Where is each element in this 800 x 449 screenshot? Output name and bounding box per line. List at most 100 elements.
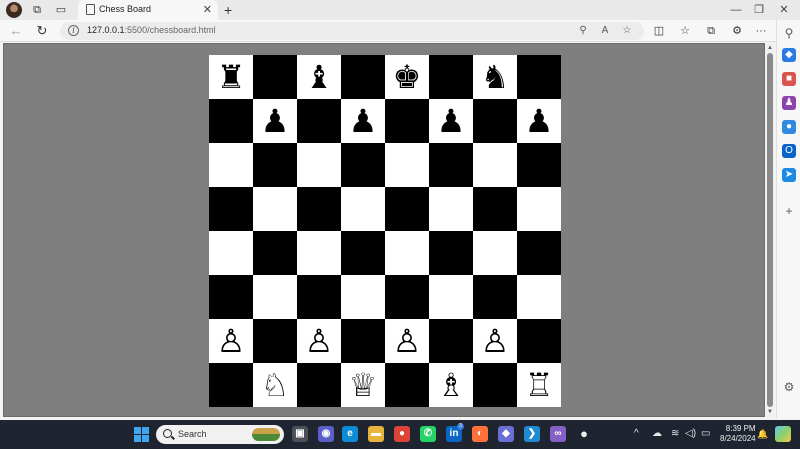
tab-actions-icon[interactable]: ▭	[54, 3, 68, 17]
page-scrollbar[interactable]: ▲ ▼	[766, 43, 774, 417]
vscode-taskbar-icon[interactable]: ❯	[524, 426, 540, 442]
sidebar-add-icon[interactable]: +	[782, 204, 796, 218]
firefox-taskbar-icon[interactable]: ◐	[472, 426, 488, 442]
sidebar-outlook-icon[interactable]: O	[782, 144, 796, 158]
edge-taskbar-icon[interactable]: e	[342, 426, 358, 442]
tab-chess-board[interactable]: Chess Board ✕	[78, 0, 218, 20]
board-square[interactable]	[429, 187, 473, 231]
board-square[interactable]: ♙	[473, 319, 517, 363]
notifications-bell-icon[interactable]: 🔔	[757, 428, 768, 440]
board-square[interactable]: ♙	[517, 319, 561, 363]
board-square[interactable]: ♗	[429, 363, 473, 407]
chrome-taskbar-icon[interactable]: ●	[394, 426, 410, 442]
board-square[interactable]: ♟	[473, 99, 517, 143]
profile-avatar[interactable]	[6, 2, 22, 18]
board-square[interactable]: ♗	[297, 363, 341, 407]
volume-icon[interactable]: ◁)	[685, 428, 696, 440]
board-square[interactable]: ♟	[341, 99, 385, 143]
board-square[interactable]	[341, 231, 385, 275]
board-square[interactable]: ♞	[253, 55, 297, 99]
task-view-taskbar-icon[interactable]: ▣	[292, 426, 308, 442]
board-square[interactable]	[517, 231, 561, 275]
sidebar-shopping-icon[interactable]: ◆	[782, 48, 796, 62]
black-pawn-piece[interactable]: ♟	[481, 105, 510, 137]
board-square[interactable]	[473, 231, 517, 275]
board-square[interactable]	[473, 275, 517, 319]
board-square[interactable]	[253, 275, 297, 319]
github-taskbar-icon[interactable]: ●	[576, 426, 592, 442]
black-pawn-piece[interactable]: ♟	[305, 105, 334, 137]
white-pawn-piece[interactable]: ♙	[305, 325, 334, 357]
board-square[interactable]	[385, 275, 429, 319]
board-square[interactable]	[209, 143, 253, 187]
white-pawn-piece[interactable]: ♙	[525, 325, 554, 357]
board-square[interactable]: ♝	[297, 55, 341, 99]
board-square[interactable]: ♚	[385, 55, 429, 99]
black-rook-piece[interactable]: ♜	[525, 61, 554, 93]
board-square[interactable]	[385, 231, 429, 275]
board-square[interactable]	[209, 231, 253, 275]
app-store-taskbar-icon[interactable]: ◆	[498, 426, 514, 442]
sidebar-search-icon[interactable]: ⚲	[782, 26, 796, 40]
board-square[interactable]: ♖	[209, 363, 253, 407]
white-rook-piece[interactable]: ♖	[217, 369, 246, 401]
board-square[interactable]: ♟	[517, 99, 561, 143]
black-king-piece[interactable]: ♚	[393, 61, 422, 93]
black-pawn-piece[interactable]: ♟	[217, 105, 246, 137]
board-square[interactable]	[209, 187, 253, 231]
white-king-piece[interactable]: ♔	[393, 369, 422, 401]
board-square[interactable]: ♟	[209, 99, 253, 143]
board-square[interactable]: ♙	[209, 319, 253, 363]
white-pawn-piece[interactable]: ♙	[261, 325, 290, 357]
board-square[interactable]: ♟	[385, 99, 429, 143]
scroll-down-arrow[interactable]: ▼	[766, 408, 774, 416]
black-bishop-piece[interactable]: ♝	[305, 61, 334, 93]
white-rook-piece[interactable]: ♖	[525, 369, 554, 401]
black-pawn-piece[interactable]: ♟	[393, 105, 422, 137]
white-bishop-piece[interactable]: ♗	[437, 369, 466, 401]
board-square[interactable]: ♛	[341, 55, 385, 99]
board-square[interactable]: ♙	[253, 319, 297, 363]
onedrive-cloud-icon[interactable]: ☁	[652, 428, 662, 440]
white-knight-piece[interactable]: ♘	[481, 369, 510, 401]
sidebar-send-icon[interactable]: ➤	[782, 168, 796, 182]
minimize-button[interactable]: —	[726, 2, 746, 18]
close-window-button[interactable]: ✕	[774, 2, 794, 18]
split-screen-icon[interactable]: ◫	[650, 23, 668, 39]
board-square[interactable]	[209, 275, 253, 319]
board-square[interactable]	[517, 187, 561, 231]
board-square[interactable]	[385, 187, 429, 231]
white-knight-piece[interactable]: ♘	[261, 369, 290, 401]
refresh-button[interactable]: ↻	[34, 23, 50, 39]
file-explorer-taskbar-icon[interactable]: ▬	[368, 426, 384, 442]
black-bishop-piece[interactable]: ♝	[437, 61, 466, 93]
board-square[interactable]	[341, 275, 385, 319]
close-tab-icon[interactable]: ✕	[203, 3, 212, 17]
board-square[interactable]	[429, 143, 473, 187]
board-square[interactable]: ♘	[253, 363, 297, 407]
workspaces-icon[interactable]: ⧉	[30, 3, 44, 17]
extensions-icon[interactable]: ⚙	[728, 23, 746, 39]
black-pawn-piece[interactable]: ♟	[525, 105, 554, 137]
white-queen-piece[interactable]: ♕	[349, 369, 378, 401]
board-square[interactable]	[473, 187, 517, 231]
board-square[interactable]: ♙	[385, 319, 429, 363]
board-square[interactable]	[297, 231, 341, 275]
board-square[interactable]: ♙	[341, 319, 385, 363]
white-pawn-piece[interactable]: ♙	[349, 325, 378, 357]
board-square[interactable]: ♕	[341, 363, 385, 407]
board-square[interactable]: ♞	[473, 55, 517, 99]
board-square[interactable]: ♟	[297, 99, 341, 143]
back-button[interactable]: ←	[8, 23, 24, 39]
board-square[interactable]	[253, 231, 297, 275]
board-square[interactable]	[385, 143, 429, 187]
show-hidden-icons-chevron[interactable]: ^	[634, 428, 639, 440]
black-pawn-piece[interactable]: ♟	[349, 105, 378, 137]
board-square[interactable]	[517, 143, 561, 187]
board-square[interactable]: ♜	[209, 55, 253, 99]
new-tab-button[interactable]: +	[224, 2, 232, 18]
system-clock[interactable]: 8:39 PM 8/24/2024	[720, 424, 756, 444]
board-square[interactable]: ♔	[385, 363, 429, 407]
board-square[interactable]	[341, 187, 385, 231]
meet-taskbar-icon[interactable]: ◉	[318, 426, 334, 442]
